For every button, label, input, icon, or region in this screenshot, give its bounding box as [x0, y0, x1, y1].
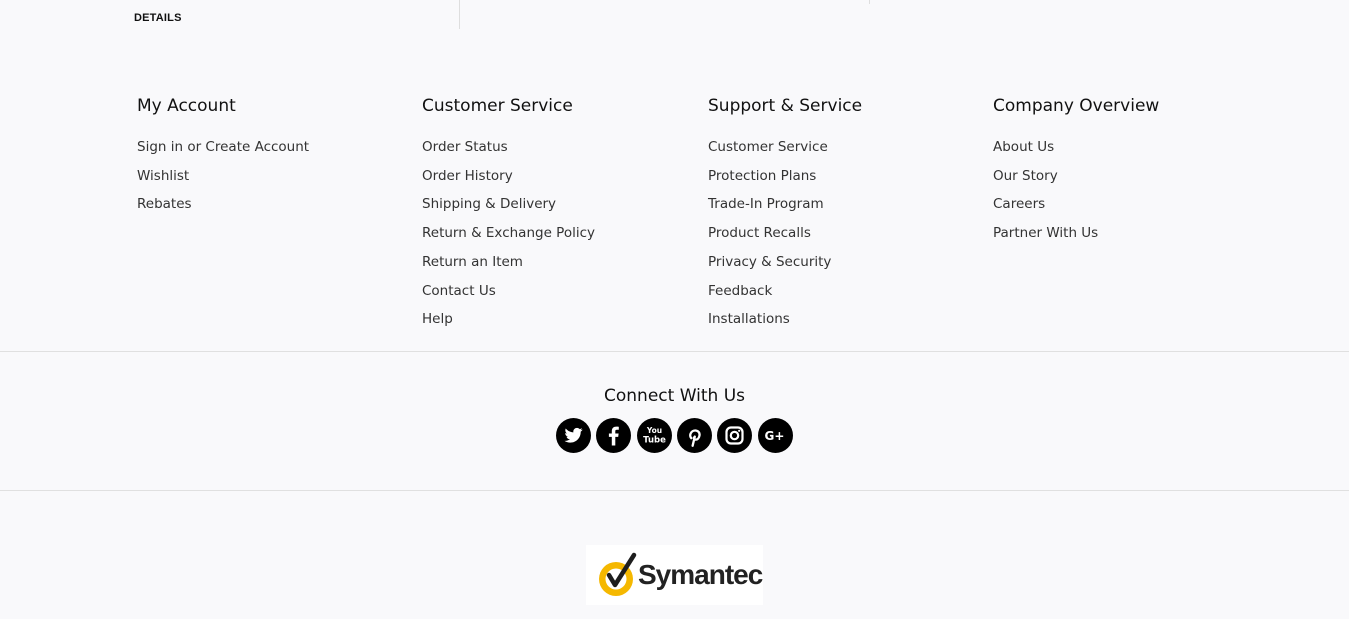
link-list: Customer Service Protection Plans Trade-… [708, 133, 978, 334]
svg-text:You: You [646, 426, 662, 435]
svg-text:G+: G+ [765, 429, 785, 443]
footer-link[interactable]: About Us [993, 133, 1263, 162]
youtube-icon[interactable]: You Tube [637, 418, 672, 453]
column-heading: Support & Service [708, 96, 863, 116]
footer-link[interactable]: Partner With Us [993, 219, 1263, 248]
svg-text:Tube: Tube [643, 436, 666, 446]
footer-link[interactable]: Feedback [708, 277, 978, 306]
google-plus-icon[interactable]: G+ [758, 418, 793, 453]
footer-link[interactable]: Privacy & Security [708, 248, 978, 277]
footer-link[interactable]: Shipping & Delivery [422, 190, 692, 219]
footer-link[interactable]: Contact Us [422, 277, 692, 306]
footer-link[interactable]: Wishlist [137, 162, 407, 191]
connect-title: Connect With Us [604, 386, 745, 406]
footer-link[interactable]: Sign in or Create Account [137, 133, 407, 162]
footer-link[interactable]: Our Story [993, 162, 1263, 191]
pinterest-icon[interactable] [677, 418, 712, 453]
column-heading: My Account [137, 96, 236, 116]
footer-column-customer-service: Customer Service Order Status Order Hist… [422, 94, 692, 334]
footer-columns: My Account Sign in or Create Account Wis… [137, 94, 1237, 334]
instagram-icon[interactable] [717, 418, 752, 453]
twitter-icon[interactable] [556, 418, 591, 453]
column-heading: Company Overview [993, 96, 1160, 116]
footer-link[interactable]: Return & Exchange Policy [422, 219, 692, 248]
section-divider [0, 351, 1349, 352]
footer-link[interactable]: Careers [993, 190, 1263, 219]
details-link[interactable]: DETAILS [134, 12, 182, 24]
link-list: Sign in or Create Account Wishlist Rebat… [137, 133, 407, 219]
link-list: Order Status Order History Shipping & De… [422, 133, 692, 334]
facebook-icon[interactable] [596, 418, 631, 453]
footer-column-support-service: Support & Service Customer Service Prote… [708, 94, 978, 334]
symantec-brand: Symantec [638, 559, 763, 590]
footer-column-my-account: My Account Sign in or Create Account Wis… [137, 94, 407, 219]
footer-link[interactable]: Return an Item [422, 248, 692, 277]
footer-link[interactable]: Installations [708, 305, 978, 334]
social-links: You Tube G+ [556, 418, 796, 454]
footer-link[interactable]: Help [422, 305, 692, 334]
footer-link[interactable]: Product Recalls [708, 219, 978, 248]
footer-link[interactable]: Order Status [422, 133, 692, 162]
checkmark-logo-icon [599, 552, 637, 596]
link-list: About Us Our Story Careers Partner With … [993, 133, 1263, 248]
footer-column-company-overview: Company Overview About Us Our Story Care… [993, 94, 1263, 248]
footer-link[interactable]: Protection Plans [708, 162, 978, 191]
divider [869, 0, 870, 4]
symantec-seal[interactable]: Symantec [586, 545, 763, 605]
divider [459, 0, 460, 29]
section-divider [0, 490, 1349, 491]
footer-link[interactable]: Trade-In Program [708, 190, 978, 219]
footer-link[interactable]: Customer Service [708, 133, 978, 162]
top-strip: DETAILS [0, 0, 1349, 30]
footer-link[interactable]: Rebates [137, 190, 407, 219]
footer-link[interactable]: Order History [422, 162, 692, 191]
column-heading: Customer Service [422, 96, 573, 116]
